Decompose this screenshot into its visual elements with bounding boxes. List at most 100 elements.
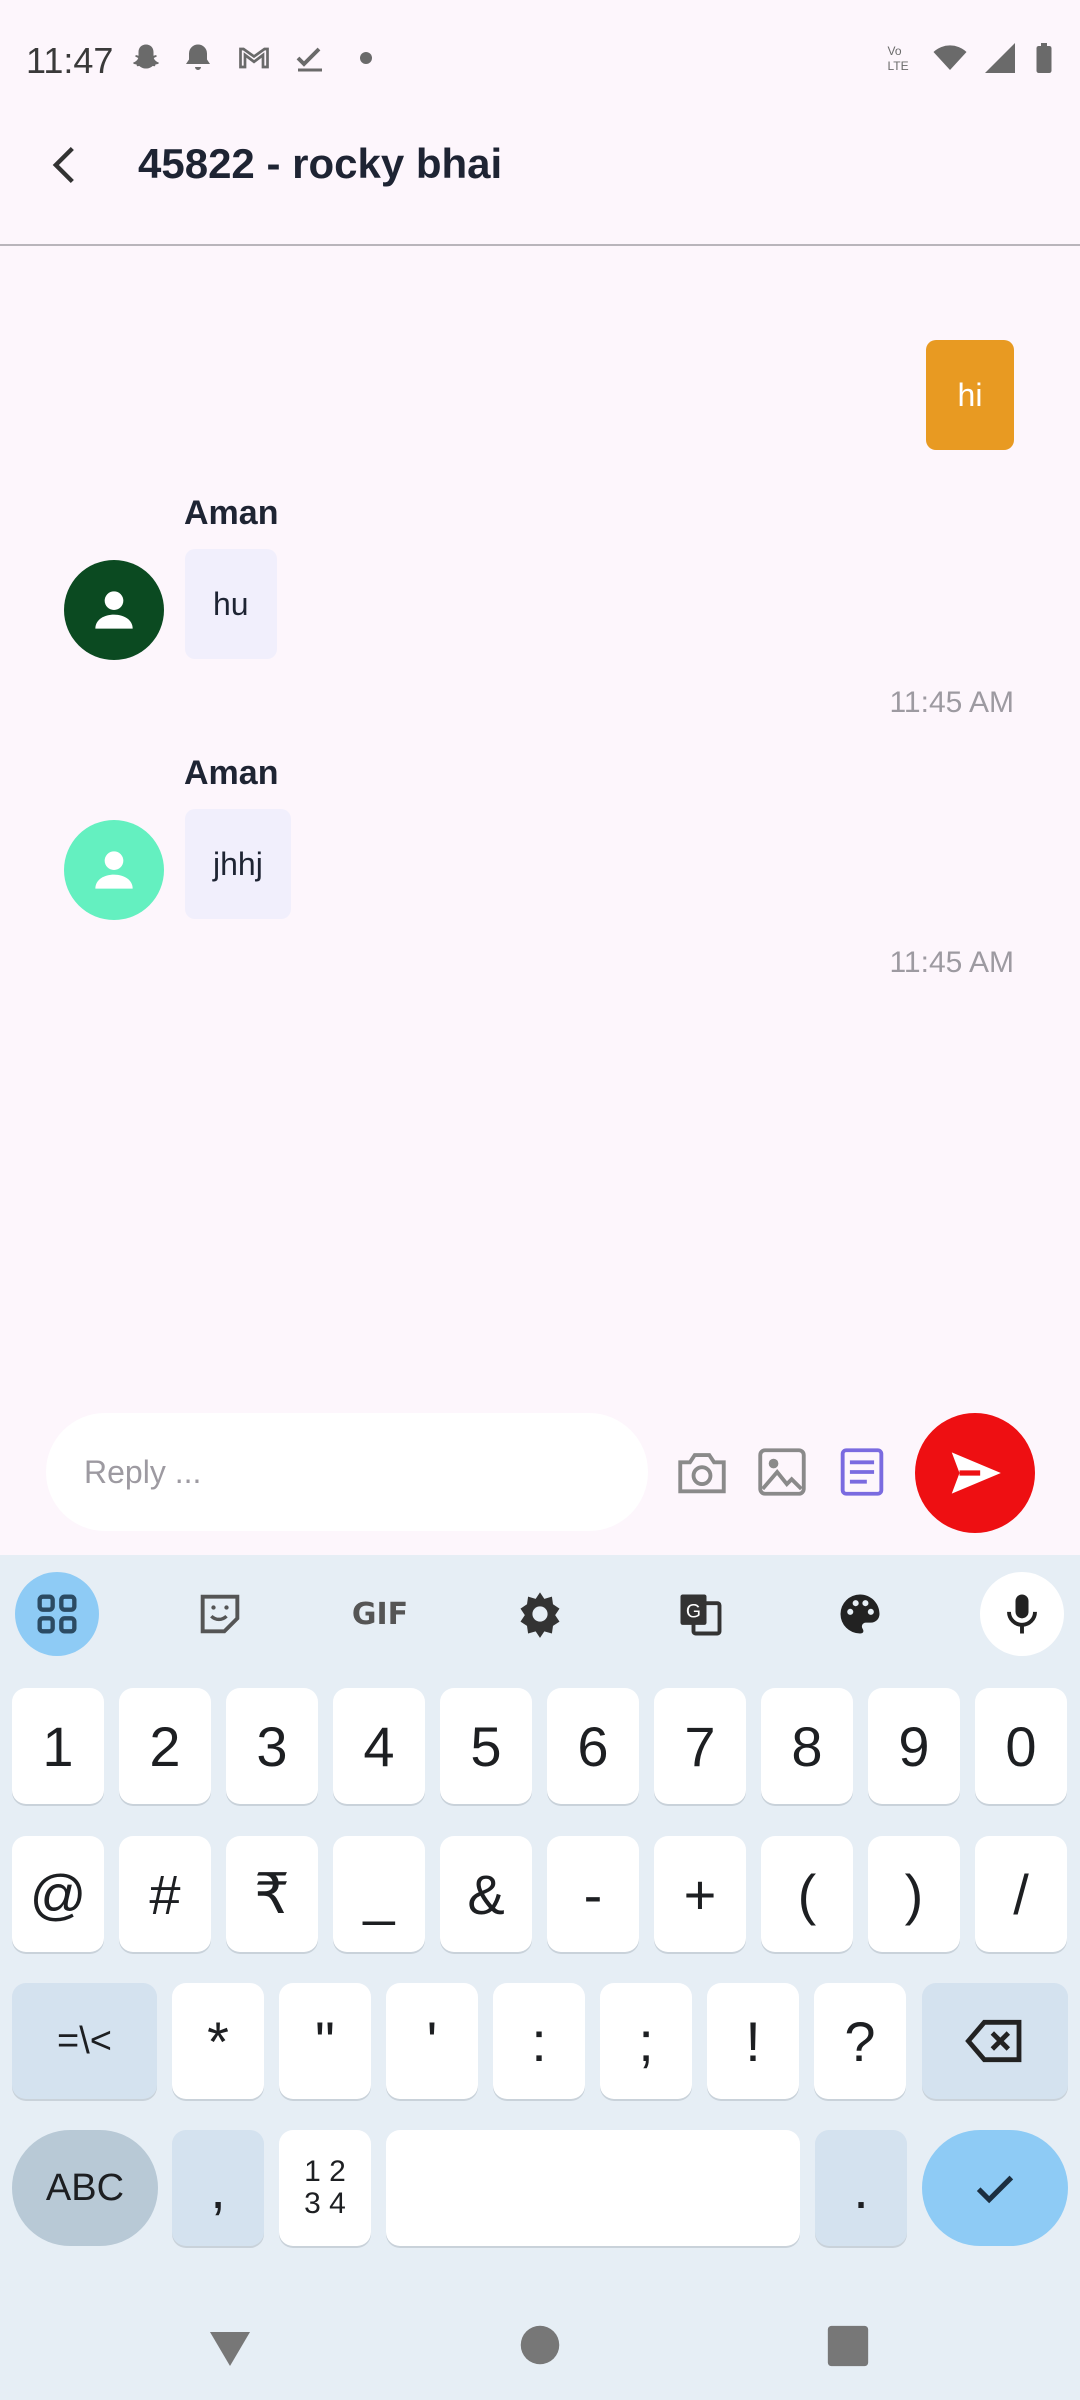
key[interactable]: ( bbox=[761, 1836, 853, 1952]
gmail-icon bbox=[236, 40, 272, 76]
comma-key[interactable]: , bbox=[172, 2130, 264, 2246]
period-key[interactable]: . bbox=[815, 2130, 907, 2246]
gallery-button[interactable] bbox=[752, 1442, 812, 1502]
key[interactable]: 7 bbox=[654, 1688, 746, 1804]
key[interactable]: : bbox=[493, 1983, 585, 2099]
key[interactable]: 2 bbox=[119, 1688, 211, 1804]
apps-grid-button[interactable] bbox=[15, 1572, 99, 1656]
sender-name: Aman bbox=[184, 754, 279, 792]
recents-square-icon[interactable] bbox=[826, 2324, 870, 2368]
svg-text:Vo: Vo bbox=[888, 44, 902, 58]
key[interactable]: @ bbox=[12, 1836, 104, 1952]
microphone-button[interactable] bbox=[980, 1572, 1064, 1656]
battery-icon bbox=[1026, 40, 1062, 76]
apps-grid-icon bbox=[37, 1594, 77, 1634]
message-text: hi bbox=[957, 376, 983, 413]
enter-key[interactable] bbox=[922, 2130, 1068, 2246]
key-row-punctuation: =\< * " ' : ; ! ? bbox=[0, 1983, 1080, 2103]
document-icon bbox=[840, 1448, 884, 1496]
key[interactable]: 1 bbox=[12, 1688, 104, 1804]
palette-button[interactable] bbox=[818, 1572, 902, 1656]
key[interactable]: & bbox=[440, 1836, 532, 1952]
camera-icon bbox=[678, 1453, 726, 1494]
key[interactable]: ? bbox=[814, 1983, 906, 2099]
space-key[interactable] bbox=[386, 2130, 800, 2246]
notification-bell-icon bbox=[180, 40, 216, 76]
avatar[interactable] bbox=[64, 560, 164, 660]
key[interactable]: + bbox=[654, 1836, 746, 1952]
message-timestamp: 11:45 AM bbox=[889, 686, 1014, 719]
arrow-back-icon bbox=[52, 146, 74, 184]
message-text: hu bbox=[213, 585, 249, 622]
settings-button[interactable] bbox=[498, 1572, 582, 1656]
key[interactable]: ! bbox=[707, 1983, 799, 2099]
status-bar: 11:47 Vo LTE bbox=[0, 0, 1080, 120]
chat-title: 45822 - rocky bhai bbox=[138, 140, 503, 187]
key-row-bottom: ABC , 1 2 3 4 . bbox=[0, 2130, 1080, 2250]
incoming-message[interactable]: jhhj bbox=[185, 809, 291, 919]
signal-icon bbox=[982, 40, 1018, 76]
key[interactable]: 8 bbox=[761, 1688, 853, 1804]
back-button[interactable] bbox=[40, 135, 90, 195]
back-triangle-icon[interactable] bbox=[206, 2324, 254, 2372]
key[interactable]: 4 bbox=[333, 1688, 425, 1804]
svg-text:G: G bbox=[686, 1600, 701, 1622]
key-row-numbers: 1 2 3 4 5 6 7 8 9 0 bbox=[0, 1688, 1080, 1808]
reply-input[interactable]: Reply ... bbox=[46, 1413, 648, 1531]
key[interactable]: - bbox=[547, 1836, 639, 1952]
person-icon bbox=[95, 851, 133, 889]
camera-button[interactable] bbox=[672, 1442, 732, 1502]
palette-icon bbox=[840, 1594, 880, 1634]
key[interactable]: " bbox=[279, 1983, 371, 2099]
abc-key[interactable]: ABC bbox=[12, 2130, 158, 2246]
key[interactable]: # bbox=[119, 1836, 211, 1952]
key[interactable]: ; bbox=[600, 1983, 692, 2099]
home-circle-icon[interactable] bbox=[519, 2324, 561, 2366]
svg-text:LTE: LTE bbox=[888, 59, 909, 73]
check-icon bbox=[976, 2175, 1014, 2204]
dot-icon bbox=[348, 40, 384, 76]
message-text: jhhj bbox=[213, 845, 263, 882]
reply-placeholder: Reply ... bbox=[84, 1453, 202, 1490]
sticker-icon bbox=[200, 1594, 240, 1634]
key[interactable]: 9 bbox=[868, 1688, 960, 1804]
outgoing-message[interactable]: hi bbox=[926, 340, 1014, 450]
key[interactable]: 3 bbox=[226, 1688, 318, 1804]
key[interactable]: ' bbox=[386, 1983, 478, 2099]
microphone-icon bbox=[1007, 1594, 1037, 1634]
send-icon bbox=[951, 1452, 1001, 1494]
sender-name: Aman bbox=[184, 494, 279, 532]
backspace-icon bbox=[965, 2019, 1022, 2063]
task-check-icon bbox=[292, 40, 328, 76]
key[interactable]: / bbox=[975, 1836, 1067, 1952]
symbols-mode-key[interactable]: =\< bbox=[12, 1983, 157, 2099]
translate-button[interactable]: G bbox=[658, 1572, 742, 1656]
numpad-key[interactable]: 1 2 3 4 bbox=[279, 2130, 371, 2246]
backspace-key[interactable] bbox=[922, 1983, 1068, 2099]
key[interactable]: ) bbox=[868, 1836, 960, 1952]
volte-icon: Vo LTE bbox=[884, 40, 924, 76]
key[interactable]: _ bbox=[333, 1836, 425, 1952]
key[interactable]: * bbox=[172, 1983, 264, 2099]
key-row-symbols: @ # ₹ _ & - + ( ) / bbox=[0, 1836, 1080, 1956]
person-icon bbox=[95, 591, 133, 629]
message-timestamp: 11:45 AM bbox=[889, 946, 1014, 979]
key[interactable]: 0 bbox=[975, 1688, 1067, 1804]
avatar[interactable] bbox=[64, 820, 164, 920]
translate-icon: G bbox=[680, 1594, 722, 1636]
snapchat-icon bbox=[128, 40, 164, 76]
gif-button[interactable]: GIF bbox=[338, 1572, 422, 1656]
gif-icon: GIF bbox=[351, 1596, 409, 1632]
navigation-bar bbox=[0, 2270, 1080, 2400]
gallery-icon bbox=[758, 1448, 806, 1496]
key[interactable]: ₹ bbox=[226, 1836, 318, 1952]
settings-icon bbox=[520, 1592, 560, 1638]
document-button[interactable] bbox=[832, 1442, 892, 1502]
key[interactable]: 6 bbox=[547, 1688, 639, 1804]
wifi-icon bbox=[932, 40, 968, 76]
sticker-button[interactable] bbox=[178, 1572, 262, 1656]
status-time: 11:47 bbox=[26, 40, 114, 81]
send-button[interactable] bbox=[915, 1413, 1035, 1533]
incoming-message[interactable]: hu bbox=[185, 549, 277, 659]
key[interactable]: 5 bbox=[440, 1688, 532, 1804]
